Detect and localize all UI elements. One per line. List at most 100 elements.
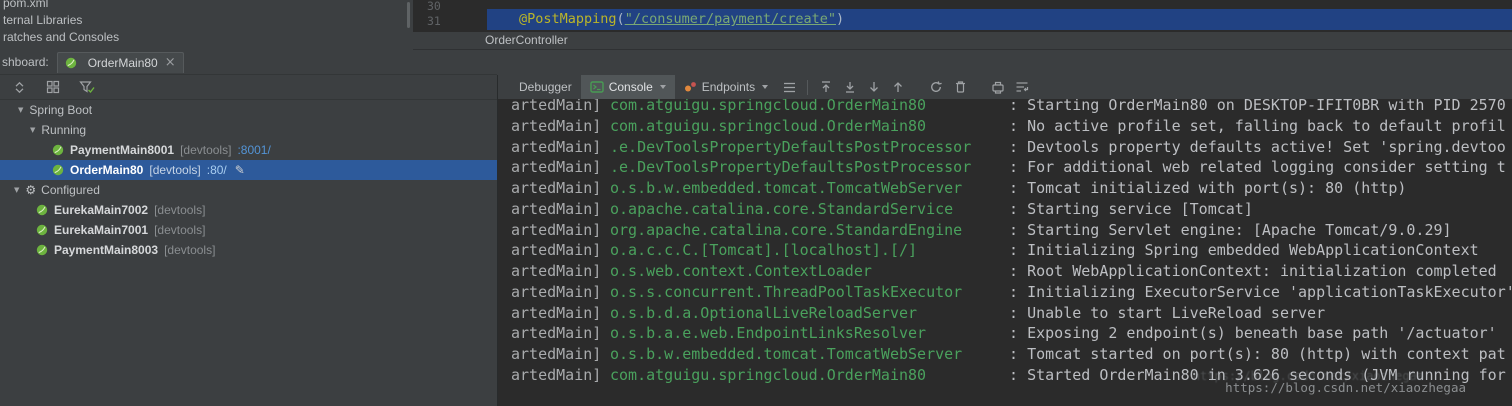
arrow-down-icon[interactable] [862, 75, 886, 99]
dashboard-title: shboard: [2, 55, 49, 69]
log-thread: artedMain] [511, 262, 602, 280]
app-name: EurekaMain7002 [54, 203, 149, 217]
editor-tab-ordercontroller[interactable]: OrderController [485, 33, 568, 47]
console-log: artedMain] com.atguigu.springcloud.OrderM… [511, 99, 1512, 386]
dashboard-toolbar [0, 75, 497, 100]
editor-tab-bar: OrderController [413, 32, 1512, 50]
log-thread: artedMain] [511, 365, 602, 384]
log-separator: : [1000, 199, 1028, 218]
log-message: No active profile set, falling back to d… [1027, 116, 1506, 135]
paren-token: ) [836, 11, 845, 27]
tab-endpoints[interactable]: Endpoints [675, 75, 777, 99]
console-line: artedMain] o.s.b.w.embedded.tomcat.Tomcat… [511, 178, 1512, 199]
log-message: Starting Servlet engine: [Apache Tomcat/… [1027, 220, 1452, 239]
chevron-down-icon: ▼ [30, 126, 36, 134]
arrow-up-icon[interactable] [886, 75, 910, 99]
group-label: Spring Boot [29, 103, 93, 117]
group-label: Running [41, 123, 87, 137]
console-line: artedMain] .e.DevToolsPropertyDefaultsPos… [511, 137, 1512, 158]
scroll-to-top-icon[interactable] [814, 75, 838, 99]
log-logger: org.apache.catalina.core.StandardEngine [610, 220, 963, 239]
log-logger: o.a.c.c.C.[Tomcat].[localhost].[/] [610, 241, 918, 260]
line-number-31: 31 [427, 14, 441, 28]
console-line: artedMain] o.a.c.c.C.[Tomcat].[localhost]… [511, 240, 1512, 261]
spring-boot-icon [36, 204, 48, 216]
log-separator: : [1000, 220, 1028, 239]
log-thread: artedMain] [511, 345, 602, 363]
log-message: Initializing ExecutorService 'applicatio… [1027, 282, 1512, 301]
close-icon[interactable]: × [165, 56, 176, 69]
console-line: artedMain] .e.DevToolsPropertyDefaultsPos… [511, 157, 1512, 178]
log-message: Starting service [Tomcat] [1027, 199, 1253, 218]
wrench-icon: ⚙ [25, 183, 37, 197]
tree-group-spring-boot[interactable]: ▼ Spring Boot [0, 100, 497, 120]
console-output[interactable]: artedMain] com.atguigu.springcloud.OrderM… [497, 99, 1512, 406]
log-logger: .e.DevToolsPropertyDefaultsPostProcessor [610, 137, 972, 156]
log-separator: : [1000, 324, 1028, 343]
scroll-to-end-icon[interactable] [838, 75, 862, 99]
log-thread: artedMain] [511, 303, 602, 322]
log-separator: : [1000, 345, 1028, 363]
run-dashboard-tree: ▼ Spring Boot ▼ Running PaymentMain8001 [devt… [0, 100, 497, 406]
filter-icon[interactable] [76, 77, 98, 97]
run-item-paymentmain8003[interactable]: PaymentMain8003 [devtools] [0, 240, 497, 260]
tab-endpoints-label: Endpoints [701, 80, 756, 94]
log-message: Tomcat started on port(s): 80 (http) wit… [1027, 345, 1506, 363]
layout-menu-icon[interactable] [777, 75, 801, 99]
tree-item-external-libraries[interactable]: ternal Libraries [3, 13, 82, 27]
chevron-down-icon: ▼ [14, 186, 20, 194]
log-message: Devtools property defaults active! Set '… [1027, 137, 1506, 156]
log-logger: o.apache.catalina.core.StandardService [610, 199, 954, 218]
log-logger: com.atguigu.springcloud.OrderMain80 [610, 99, 927, 114]
tab-console[interactable]: Console [580, 75, 675, 99]
group-by-icon[interactable] [42, 77, 64, 97]
tree-item-scratches-and-consoles[interactable]: ratches and Consoles [3, 30, 119, 44]
log-logger: o.s.b.d.a.OptionalLiveReloadServer [610, 303, 918, 322]
code-line[interactable]: @PostMapping("/consumer/payment/create") [519, 11, 844, 27]
expand-collapse-icon[interactable] [8, 77, 30, 97]
log-separator: : [1000, 116, 1028, 135]
log-message: Root WebApplicationContext: initializati… [1027, 262, 1497, 280]
tab-debugger[interactable]: Debugger [510, 75, 581, 99]
scrollbar-thumb[interactable] [407, 2, 410, 28]
log-message: Initializing Spring embedded WebApplicat… [1027, 241, 1479, 260]
log-separator: : [1000, 282, 1028, 301]
soft-wraps-icon[interactable] [1010, 75, 1034, 99]
log-separator: : [1000, 262, 1028, 280]
console-line: artedMain] o.s.web.context.ContextLoader … [511, 261, 1512, 282]
run-item-paymentmain8001[interactable]: PaymentMain8001 [devtools]:8001/ [0, 140, 497, 160]
spring-boot-icon [36, 224, 48, 236]
run-item-eurekamain7001[interactable]: EurekaMain7001 [devtools] [0, 220, 497, 240]
tree-group-configured[interactable]: ▼ ⚙ Configured [0, 180, 497, 200]
run-item-eurekamain7002[interactable]: EurekaMain7002 [devtools] [0, 200, 497, 220]
endpoints-icon [684, 81, 697, 93]
log-logger: o.s.web.context.ContextLoader [610, 262, 872, 280]
clear-console-icon[interactable] [948, 75, 972, 99]
devtools-tag: [devtools] [154, 203, 206, 217]
port-link[interactable]: :80/ [207, 163, 227, 177]
log-message: Unable to start LiveReload server [1027, 303, 1326, 322]
log-thread: artedMain] [511, 199, 602, 218]
app-name: EurekaMain7001 [54, 223, 149, 237]
dashboard-tab-ordermain80[interactable]: OrderMain80 × [56, 51, 184, 73]
port-link[interactable]: :8001/ [237, 143, 270, 157]
log-thread: artedMain] [511, 137, 602, 156]
console-line: artedMain] o.apache.catalina.core.Standar… [511, 199, 1512, 220]
run-item-ordermain80[interactable]: OrderMain80 [devtools]:80/ ✎ [0, 160, 497, 180]
rerun-icon[interactable] [924, 75, 948, 99]
chevron-down-icon [659, 85, 666, 89]
chevron-down-icon [762, 85, 769, 89]
app-name: PaymentMain8003 [54, 243, 159, 257]
log-separator: : [1000, 303, 1028, 322]
log-message: For additional web related logging consi… [1027, 158, 1506, 177]
tree-group-running[interactable]: ▼ Running [0, 120, 497, 140]
log-thread: artedMain] [511, 324, 602, 343]
log-thread: artedMain] [511, 158, 602, 177]
devtools-tag: [devtools] [180, 143, 232, 157]
log-separator: : [1000, 137, 1028, 156]
spring-boot-icon [65, 57, 77, 69]
print-icon[interactable] [986, 75, 1010, 99]
console-line: artedMain] com.atguigu.springcloud.OrderM… [511, 99, 1512, 116]
tree-item-pom-xml[interactable]: pom.xml [3, 0, 48, 10]
log-separator: : [1000, 241, 1028, 260]
